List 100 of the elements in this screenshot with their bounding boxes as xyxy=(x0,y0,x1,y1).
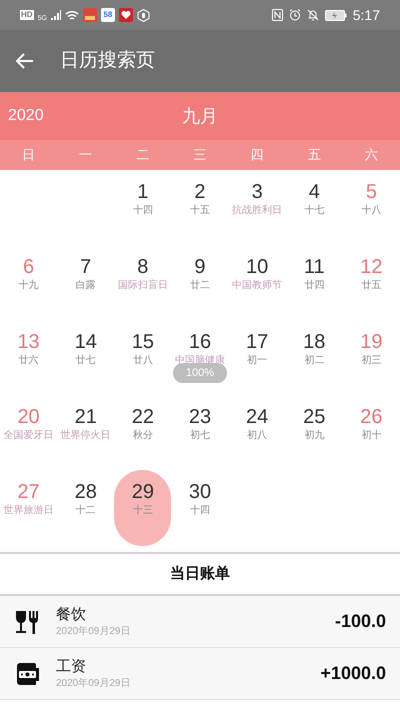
signal-icon xyxy=(50,10,61,20)
bell-off-icon xyxy=(306,9,319,21)
calendar-day[interactable]: 28 十二 xyxy=(57,476,114,518)
calendar-day[interactable]: 25 初九 xyxy=(286,401,343,443)
day-number: 9 xyxy=(194,255,206,279)
calendar-day[interactable]: 26 初十 xyxy=(342,401,400,443)
festival-label: 世界停火日 xyxy=(60,429,111,443)
lunar-date: 十四 xyxy=(190,504,210,518)
calendar-day[interactable]: 22 秋分 xyxy=(114,401,172,443)
day-number: 16 xyxy=(188,330,212,354)
day-number: 15 xyxy=(132,330,154,354)
lunar-date: 廿七 xyxy=(76,354,96,368)
day-number: 20 xyxy=(17,405,40,429)
calendar-day[interactable]: 17 初一 xyxy=(228,326,286,368)
calendar-day[interactable]: 4 十七 xyxy=(286,176,343,218)
calendar-day[interactable]: 21 世界停火日 xyxy=(57,401,114,443)
day-number: 26 xyxy=(360,405,383,429)
year-label: 2020 xyxy=(7,106,44,126)
day-number: 21 xyxy=(74,405,97,429)
weekday-label: 日 xyxy=(21,146,36,164)
lunar-date: 十五 xyxy=(190,204,210,218)
lunar-date: 十三 xyxy=(132,504,153,518)
day-number: 8 xyxy=(137,255,148,279)
day-number: 29 xyxy=(132,480,154,504)
calendar-day[interactable]: 10 中国教师节 xyxy=(228,251,286,293)
lunar-date: 初二 xyxy=(304,354,324,368)
calendar-day[interactable]: 11 廿四 xyxy=(286,251,343,293)
calendar-day[interactable]: 2 十五 xyxy=(171,176,228,218)
app-icon xyxy=(82,8,97,22)
day-number: 22 xyxy=(132,405,154,429)
day-number: 3 xyxy=(252,180,263,204)
day-number: 6 xyxy=(23,255,34,279)
calendar-day[interactable]: 19 初三 xyxy=(342,326,400,368)
lunar-date: 十七 xyxy=(304,204,324,218)
hand-icon xyxy=(136,8,150,22)
day-number: 13 xyxy=(17,330,40,354)
weekday-label: 五 xyxy=(306,146,322,164)
bill-title: 当日账单 xyxy=(170,564,230,584)
calendar-day[interactable]: 29 十三 xyxy=(114,470,172,546)
calendar-day[interactable]: 30 十四 xyxy=(171,476,228,518)
bill-item[interactable]: 餐饮 2020年09月29日 -100.0 xyxy=(0,596,400,648)
lunar-date: 十八 xyxy=(361,204,382,218)
day-number: 7 xyxy=(80,255,92,279)
day-number: 12 xyxy=(360,255,383,279)
lunar-date: 秋分 xyxy=(132,429,153,443)
day-number: 10 xyxy=(246,255,268,279)
day-number: 4 xyxy=(308,180,320,204)
lunar-date: 初一 xyxy=(247,354,268,368)
zoom-toast: 100% xyxy=(173,363,227,383)
festival-label: 抗战胜利日 xyxy=(232,204,282,218)
day-number: 27 xyxy=(17,480,40,504)
weekday-label: 四 xyxy=(250,146,265,164)
clock-time: 5:17 xyxy=(352,6,380,24)
calendar-day[interactable]: 5 十八 xyxy=(342,176,400,218)
day-number: 24 xyxy=(246,405,268,429)
festival-label: 中国教师节 xyxy=(232,279,282,293)
day-number: 11 xyxy=(304,255,325,279)
calendar-day[interactable]: 14 廿七 xyxy=(57,326,114,368)
lunar-date: 十九 xyxy=(18,279,39,293)
lunar-date: 初三 xyxy=(361,354,382,368)
weekday-label: 六 xyxy=(364,146,379,164)
festival-label: 国际扫盲日 xyxy=(118,279,168,293)
day-number: 30 xyxy=(188,480,212,504)
weekday-label: 二 xyxy=(135,146,150,164)
lunar-date: 白露 xyxy=(76,279,96,293)
hd-label: HD xyxy=(20,10,34,20)
bill-date: 2020年09月29日 xyxy=(56,676,130,690)
calendar-day[interactable]: 18 初二 xyxy=(286,326,343,368)
festival-label: 全国爱牙日 xyxy=(4,429,54,443)
bill-category: 餐饮 xyxy=(56,604,87,624)
wifi-icon xyxy=(64,10,79,20)
lunar-date: 十四 xyxy=(132,204,153,218)
weekday-label: 一 xyxy=(78,146,94,164)
lunar-date: 廿二 xyxy=(190,279,210,293)
lunar-date: 初十 xyxy=(361,429,382,443)
calendar-day[interactable]: 9 廿二 xyxy=(171,251,228,293)
back-arrow-icon[interactable] xyxy=(16,53,34,69)
calendar-day[interactable]: 8 国际扫盲日 xyxy=(114,251,172,293)
month-label: 九月 xyxy=(182,104,218,128)
calendar-day[interactable]: 23 初七 xyxy=(171,401,228,443)
lunar-date: 廿四 xyxy=(304,279,324,293)
calendar-day[interactable]: 6 十九 xyxy=(0,251,58,293)
day-number: 25 xyxy=(303,405,326,429)
lunar-date: 十二 xyxy=(76,504,96,518)
lunar-date: 廿五 xyxy=(361,279,382,293)
bill-category: 工资 xyxy=(56,656,87,676)
calendar-day[interactable]: 24 初八 xyxy=(228,401,286,443)
bill-item[interactable]: 工资 2020年09月29日 +1000.0 xyxy=(0,648,400,700)
nfc-icon xyxy=(272,9,283,21)
calendar-day[interactable]: 12 廿五 xyxy=(342,251,400,293)
battery-icon xyxy=(324,10,347,20)
calendar-day[interactable]: 15 廿八 xyxy=(114,326,172,368)
bill-amount: -100.0 xyxy=(334,610,386,633)
lunar-date: 廿八 xyxy=(132,354,153,368)
calendar-day[interactable]: 13 廿六 xyxy=(0,326,58,368)
calendar-day[interactable]: 1 十四 xyxy=(114,176,172,218)
calendar-day[interactable]: 3 抗战胜利日 xyxy=(228,176,286,218)
calendar-day[interactable]: 7 白露 xyxy=(57,251,114,293)
festival-label: 世界旅游日 xyxy=(4,504,54,518)
day-number: 5 xyxy=(366,180,377,204)
